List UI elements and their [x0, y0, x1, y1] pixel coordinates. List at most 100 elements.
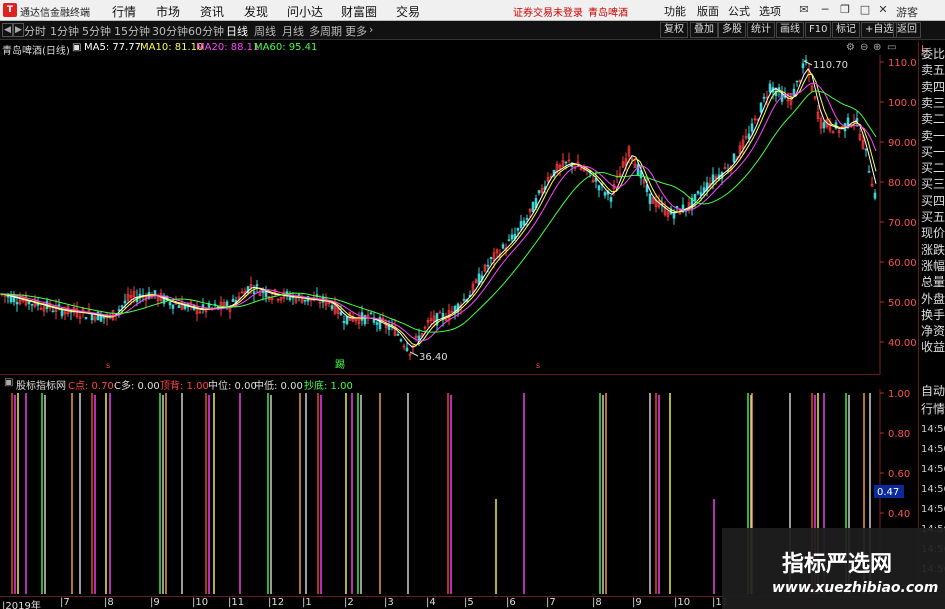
candle-body	[768, 83, 772, 93]
side-quote-item[interactable]: 卖五	[921, 63, 945, 78]
time-axis-label: |11	[228, 597, 245, 608]
side-quote-item[interactable]: 卖四	[921, 80, 945, 95]
menu-market[interactable]: 市场	[156, 3, 180, 20]
side-quote-item[interactable]: 买三	[921, 177, 945, 192]
period-1min[interactable]: 1分钟	[50, 23, 79, 39]
candle-body	[387, 326, 391, 330]
toggle-icon[interactable]: ▭	[887, 42, 896, 53]
plus-icon[interactable]: ⊕	[873, 42, 881, 53]
tool-formula[interactable]: 公式	[728, 3, 750, 19]
period-30min[interactable]: 30分钟	[152, 23, 188, 39]
minus-icon[interactable]: ⊖	[860, 42, 868, 53]
period-weekly[interactable]: 周线	[254, 23, 276, 39]
period-60min[interactable]: 60分钟	[188, 23, 224, 39]
tool-adjust[interactable]: 复权	[660, 22, 688, 38]
tool-back[interactable]: 返回	[893, 22, 921, 38]
sub-tick-label: 0.60	[888, 469, 910, 480]
candle-body	[864, 148, 868, 151]
period-multi[interactable]: 多周期	[309, 23, 342, 39]
tool-options[interactable]: 选项	[759, 3, 781, 19]
side-quote-item[interactable]: 总量	[921, 275, 945, 290]
s-marker: s	[106, 361, 110, 370]
side-quote-item[interactable]: 净资	[921, 324, 945, 339]
price-tick-label: 90.00	[888, 138, 917, 149]
tool-f10[interactable]: F10	[805, 22, 832, 38]
high-price-label: 110.70	[813, 60, 848, 71]
period-15min[interactable]: 15分钟	[114, 23, 150, 39]
message-icon[interactable]: ✉	[795, 1, 813, 19]
price-chart[interactable]: 110.0 100.0 90.00 80.00 70.00 60.00 50.00 40.00…	[0, 55, 945, 375]
side-time-item: 14:50	[921, 424, 945, 435]
menu-trade[interactable]: 交易	[396, 3, 420, 20]
tool-overlay[interactable]: 叠加	[690, 22, 718, 38]
time-axis-label: |9	[632, 597, 642, 608]
tool-stats[interactable]: 统计	[747, 22, 775, 38]
ma-box-icon[interactable]: ▣	[72, 42, 81, 53]
candle-body	[303, 299, 307, 302]
menu-ask[interactable]: 问小达	[287, 3, 323, 20]
candle-body	[510, 234, 514, 240]
login-status[interactable]: 证券交易未登录	[513, 4, 583, 19]
ma60-value: MA60: 95.41	[254, 42, 318, 53]
more-chevron-icon[interactable]: ›	[369, 23, 373, 36]
gear-icon[interactable]: ⚙	[846, 42, 855, 53]
minimize-icon[interactable]: ─	[816, 1, 834, 19]
side-quote-item[interactable]: 现价	[921, 226, 945, 241]
side-quote-item[interactable]: 涨幅	[921, 259, 945, 274]
menu-quotes[interactable]: 行情	[112, 3, 136, 20]
tool-add-watchlist[interactable]: +自选	[861, 22, 898, 38]
period-timeshare[interactable]: 分时	[24, 23, 46, 39]
period-daily[interactable]: 日线	[226, 23, 248, 39]
indicator-box-icon[interactable]: ▣	[4, 377, 13, 388]
close-icon[interactable]: ✕	[874, 1, 892, 19]
candle-body	[489, 257, 493, 259]
candle-body	[168, 301, 172, 306]
period-5min[interactable]: 5分钟	[82, 23, 111, 39]
period-monthly[interactable]: 月线	[282, 23, 304, 39]
candle-body	[183, 305, 187, 309]
tool-draw[interactable]: 画线	[776, 22, 804, 38]
side-quote-item[interactable]: 买五	[921, 210, 945, 225]
side-quote-item[interactable]: 委比	[921, 47, 945, 62]
maximize-icon[interactable]: □	[856, 1, 874, 19]
side-quote-item[interactable]: 卖二	[921, 112, 945, 127]
side-tick-item[interactable]: 行情	[921, 402, 945, 417]
period-more[interactable]: 更多	[345, 23, 367, 39]
side-quote-item[interactable]: 外盘	[921, 292, 945, 307]
side-time-item: 14:56	[921, 464, 945, 475]
candle-body	[288, 296, 292, 300]
side-tick-item[interactable]: 自动	[921, 384, 945, 399]
user-label[interactable]: 游客	[896, 4, 918, 20]
side-quote-item[interactable]: 买一	[921, 145, 945, 160]
tool-multi-stock[interactable]: 多股	[718, 22, 746, 38]
time-axis-label: |8	[592, 597, 602, 608]
side-quote-item[interactable]: 收益	[921, 340, 945, 355]
time-axis-label: |8	[104, 597, 114, 608]
tool-function[interactable]: 功能	[664, 3, 686, 19]
app-title: 通达信金融终端	[20, 8, 90, 19]
menu-wealth[interactable]: 财富圈	[341, 3, 377, 20]
menu-news[interactable]: 资讯	[200, 3, 224, 20]
side-quote-item[interactable]: 卖三	[921, 96, 945, 111]
candle-body	[405, 347, 409, 352]
candlesticks	[0, 55, 877, 360]
tool-mark[interactable]: 标记	[832, 22, 860, 38]
candle-body	[750, 123, 754, 132]
side-quote-item[interactable]: 换手	[921, 308, 945, 323]
tool-layout[interactable]: 版面	[697, 3, 719, 19]
menu-discover[interactable]: 发现	[244, 3, 268, 20]
side-quote-item[interactable]: 卖一	[921, 129, 945, 144]
candle-body	[675, 206, 679, 208]
side-quote-item[interactable]: 涨跌	[921, 243, 945, 258]
candle-body	[537, 190, 541, 194]
candle-body	[522, 220, 526, 226]
candle-body	[339, 311, 343, 316]
next-arrow-icon[interactable]: ▶	[13, 23, 24, 37]
side-quote-item[interactable]: 买二	[921, 161, 945, 176]
candle-body	[762, 96, 766, 99]
prev-arrow-icon[interactable]: ◀	[2, 23, 13, 37]
candle-body	[609, 197, 613, 202]
quote-side-panel: L 委比 卖五 卖四 卖三 卖二 卖一 买一 买二 买三 买四 买五 现价 涨跌 涨幅 总量 外盘 换手 净资 收益…	[918, 41, 945, 596]
restore-icon[interactable]: ❐	[836, 1, 854, 19]
side-quote-item[interactable]: 买四	[921, 194, 945, 209]
